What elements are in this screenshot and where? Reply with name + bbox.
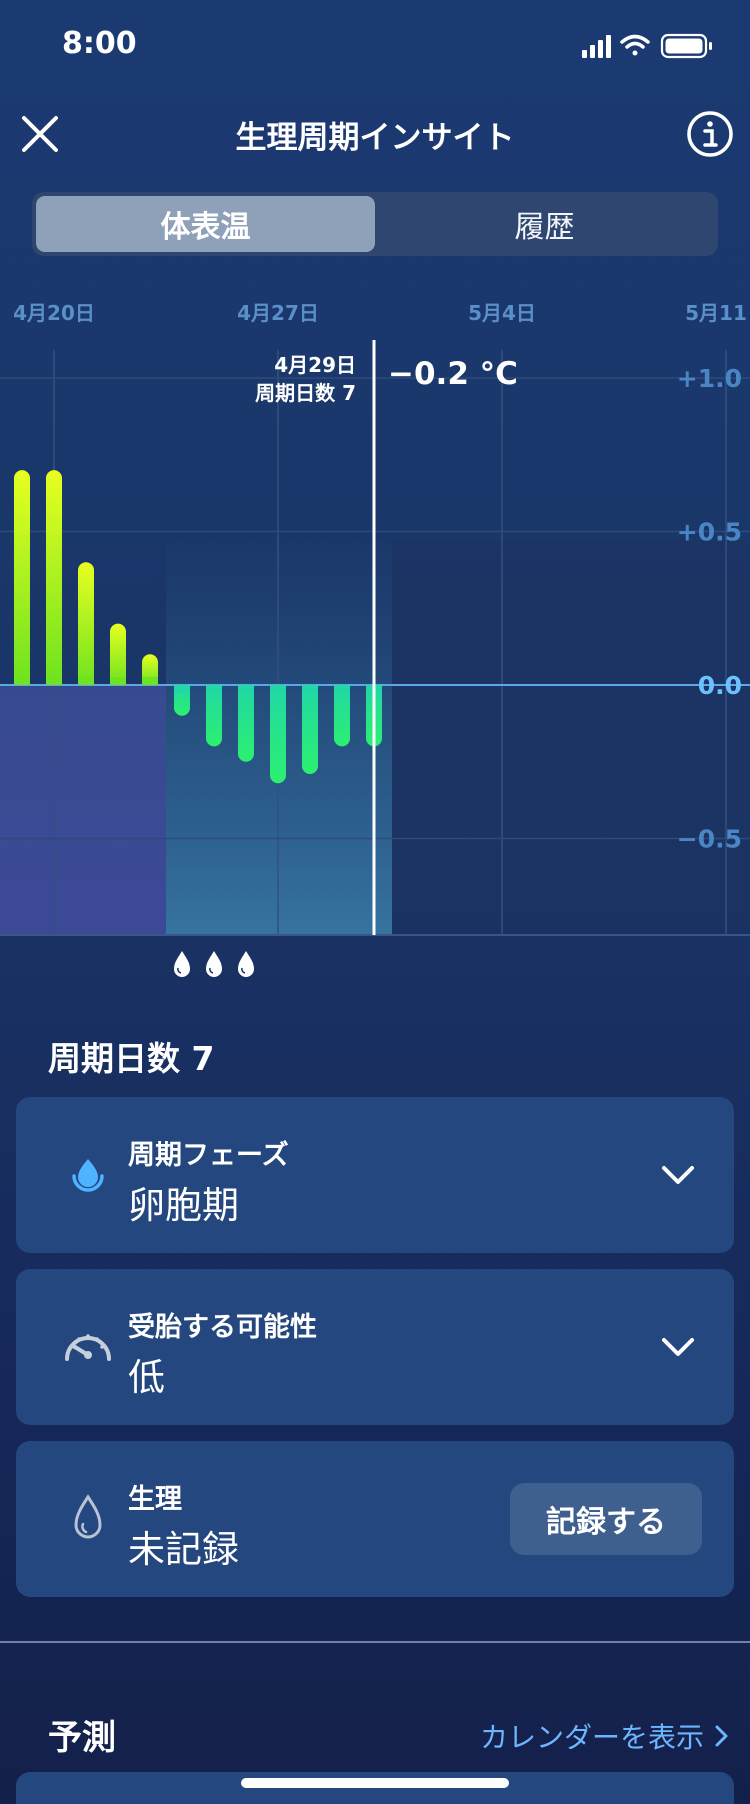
chevron-down-icon[interactable]	[658, 1327, 698, 1367]
tab-body-temperature[interactable]: 体表温	[36, 196, 375, 252]
home-indicator	[241, 1778, 509, 1788]
drop-shape	[238, 951, 254, 977]
wifi-icon	[620, 34, 650, 56]
temperature-bar-base	[110, 677, 126, 685]
cycle-phase-card[interactable]: 周期フェーズ 卵胞期	[16, 1097, 734, 1253]
period-drop-icon	[206, 951, 222, 977]
drop-shape	[206, 951, 222, 977]
x-tick-label: 5月11日	[685, 301, 750, 325]
temperature-bar	[78, 562, 94, 685]
x-tick-label: 4月20日	[13, 301, 95, 325]
temperature-bar	[302, 685, 318, 775]
drop-icon	[46, 1147, 130, 1203]
fertility-label: 受胎する可能性	[128, 1312, 317, 1343]
temperature-bar-base	[334, 685, 350, 693]
battery-icon	[660, 33, 712, 59]
status-icons	[582, 33, 712, 59]
temperature-bar	[14, 470, 30, 685]
temperature-bar	[334, 685, 350, 747]
view-calendar-link[interactable]: カレンダーを表示	[480, 1716, 730, 1756]
period-drop-icon	[238, 951, 254, 977]
temperature-bar-base	[78, 677, 94, 685]
future-band	[392, 540, 750, 935]
temperature-bar	[206, 685, 222, 747]
page-title: 生理周期インサイト	[235, 120, 515, 156]
period-drop-icon	[174, 951, 190, 977]
prediction-title: 予測	[48, 1718, 116, 1758]
y-tick-label: +0.5	[677, 518, 742, 547]
x-tick-label: 5月4日	[468, 301, 536, 325]
x-tick-label: 4月27日	[237, 301, 319, 325]
status-time: 8:00	[62, 26, 137, 61]
segmented-control: 体表温 履歴	[32, 192, 718, 256]
temperature-bar-base	[142, 677, 158, 685]
record-button[interactable]: 記録する	[510, 1483, 702, 1555]
view-calendar-label: カレンダーを表示	[479, 1721, 704, 1754]
period-label: 生理	[128, 1484, 182, 1515]
tab-history[interactable]: 履歴	[375, 196, 714, 252]
status-bar: 8:00	[0, 0, 750, 90]
temperature-bar-base	[206, 685, 222, 693]
temperature-bar	[238, 685, 254, 762]
divider	[0, 1641, 750, 1643]
nav-bar: 生理周期インサイト	[0, 100, 750, 170]
temperature-bar-base	[14, 677, 30, 685]
temperature-bar	[110, 623, 126, 685]
cycle-phase-value: 卵胞期	[128, 1184, 239, 1227]
prediction-card[interactable]	[16, 1772, 734, 1804]
y-tick-label: +1.0	[677, 364, 742, 393]
signal-icon	[582, 35, 611, 58]
cycle-phase-label: 周期フェーズ	[128, 1140, 289, 1171]
temperature-bar-base	[302, 685, 318, 693]
drop-outline-icon	[46, 1491, 130, 1547]
temperature-bar	[46, 470, 62, 685]
temperature-bar	[270, 685, 286, 784]
y-tick-label: −0.5	[677, 825, 742, 854]
temperature-bar-base	[46, 677, 62, 685]
y-tick-label: 0.0	[698, 671, 742, 700]
temperature-bar-base	[270, 685, 286, 693]
selected-date-label: 4月29日	[274, 353, 356, 377]
temperature-chart[interactable]: 4月20日 4月27日 5月4日 5月11日 +1.0 +0.5 0.0 −0.5 4月29日周…	[0, 290, 750, 1000]
luteal-band	[0, 685, 166, 935]
period-value: 未記録	[128, 1528, 239, 1571]
selected-value-label: −0.2 °C	[388, 356, 518, 392]
chevron-right-icon	[715, 1725, 728, 1747]
fertility-card[interactable]: 受胎する可能性 低	[16, 1269, 734, 1425]
drop-shape	[174, 951, 190, 977]
selected-cycle-day-label: 周期日数 7	[255, 381, 356, 405]
period-card: 生理 未記録 記録する	[16, 1441, 734, 1597]
info-icon[interactable]	[686, 110, 734, 158]
cycle-day-title: 周期日数 7	[48, 1039, 215, 1078]
gauge-icon	[46, 1319, 130, 1375]
temperature-bar-base	[174, 685, 190, 693]
chevron-down-icon[interactable]	[658, 1155, 698, 1195]
temperature-bar-base	[238, 685, 254, 693]
fertility-value: 低	[128, 1356, 165, 1399]
